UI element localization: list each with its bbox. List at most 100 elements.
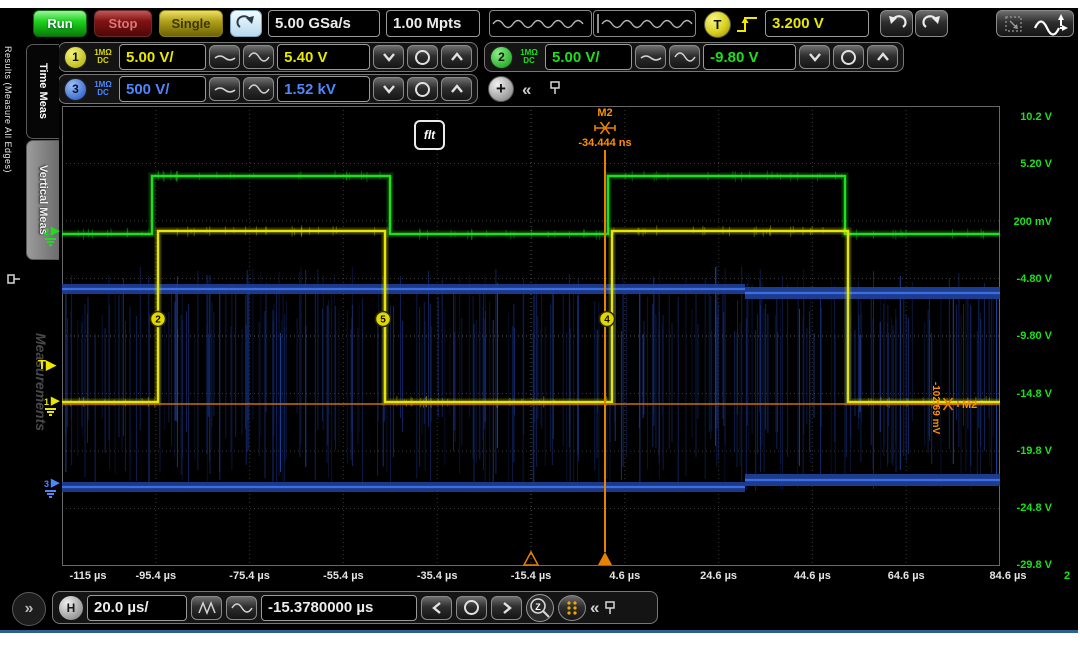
sine-icon bbox=[247, 81, 271, 97]
time-axis: -115 µs-95.4 µs-75.4 µs-55.4 µs-35.4 µs-… bbox=[62, 570, 1076, 586]
sine-icon bbox=[230, 600, 254, 616]
sine-icon bbox=[673, 49, 697, 65]
chevron-up-icon bbox=[874, 50, 892, 64]
position-right-button[interactable] bbox=[491, 596, 522, 620]
channel-1-increase-button[interactable] bbox=[441, 45, 472, 69]
narrow-wave-icon bbox=[195, 600, 219, 616]
channel-2-ground-marker[interactable]: 2▶ bbox=[44, 225, 62, 247]
pin-icon[interactable] bbox=[548, 80, 562, 96]
coupling-label: DC bbox=[523, 57, 535, 65]
time-tick-label: 84.6 µs bbox=[990, 570, 1027, 582]
channel-2-offset-display[interactable]: -9.80 V bbox=[703, 44, 796, 70]
channel-3-button[interactable]: 3 bbox=[64, 78, 87, 101]
coarse-scale-icon-button[interactable] bbox=[669, 45, 700, 69]
replay-curved-arrow-icon-button[interactable] bbox=[230, 10, 262, 37]
channel-1-zero-button[interactable] bbox=[407, 45, 438, 69]
waveform-preview-icon bbox=[490, 12, 591, 35]
voltage-tick-label: 200 mV bbox=[1004, 216, 1052, 228]
trigger-level-marker[interactable]: T▶ bbox=[38, 357, 56, 373]
channel-1-offset-display[interactable]: 5.40 V bbox=[277, 44, 370, 70]
waveform-grid[interactable]: M2-34.444 nsM2-102.69 mV254 flt bbox=[62, 106, 1000, 568]
channel-3-zero-button[interactable] bbox=[407, 77, 438, 101]
acquisition-preview-right[interactable] bbox=[593, 10, 696, 37]
channel-2-decrease-button[interactable] bbox=[799, 45, 830, 69]
trigger-point-marker[interactable] bbox=[598, 552, 612, 565]
channel-3-increase-button[interactable] bbox=[441, 77, 472, 101]
position-zero-button[interactable] bbox=[456, 596, 487, 620]
pin-icon[interactable] bbox=[603, 600, 617, 616]
trigger-edge-icon[interactable] bbox=[734, 10, 762, 37]
collapse-channel-bar-button[interactable]: « bbox=[522, 81, 531, 98]
time-tick-label: 24.6 µs bbox=[700, 570, 737, 582]
position-left-button[interactable] bbox=[421, 596, 452, 620]
axis-channel-indicator: 2 bbox=[1064, 570, 1070, 582]
zoom-in-time-icon-button[interactable] bbox=[226, 596, 257, 620]
arrow-icon: ▶ bbox=[51, 396, 59, 407]
channel-2-scale-display[interactable]: 5.00 V/ bbox=[545, 44, 632, 70]
add-channel-button[interactable]: + bbox=[488, 76, 514, 102]
tab-time-meas[interactable]: Time Meas bbox=[26, 44, 59, 139]
arrow-icon: ▶ bbox=[51, 226, 59, 237]
voltage-tick-label: -4.80 V bbox=[1004, 273, 1052, 285]
channel-2-increase-button[interactable] bbox=[867, 45, 898, 69]
flt-badge: flt bbox=[414, 120, 445, 150]
channel-3-decrease-button[interactable] bbox=[373, 77, 404, 101]
channel-2-button[interactable]: 2 bbox=[490, 46, 513, 69]
redo-button[interactable] bbox=[915, 10, 948, 37]
curved-arrow-icon bbox=[235, 15, 257, 33]
channel-2-zero-button[interactable] bbox=[833, 45, 864, 69]
results-panel-tab[interactable]: Results (Measure All Edges) bbox=[3, 46, 13, 173]
channel-3-offset-display[interactable]: 1.52 kV bbox=[277, 76, 370, 102]
small-sine-icon bbox=[213, 49, 237, 65]
chevron-down-icon bbox=[380, 82, 398, 96]
small-sine-icon bbox=[639, 49, 663, 65]
markers-button[interactable] bbox=[558, 595, 586, 621]
fine-scale-icon-button[interactable] bbox=[635, 45, 666, 69]
channel-number: 1 bbox=[44, 397, 49, 407]
edge-badge-number: 4 bbox=[604, 315, 610, 326]
fine-scale-icon-button[interactable] bbox=[209, 45, 240, 69]
chevron-down-icon bbox=[380, 50, 398, 64]
time-tick-label: -75.4 µs bbox=[229, 570, 270, 582]
zoom-out-time-icon-button[interactable] bbox=[191, 596, 222, 620]
channel-1-coupling[interactable]: 1MΩ DC bbox=[90, 49, 116, 65]
time-tick-label: 64.6 µs bbox=[888, 570, 925, 582]
single-button[interactable]: Single bbox=[159, 10, 223, 37]
waveform-drag-mode-button[interactable] bbox=[996, 10, 1074, 37]
voltage-tick-label: 5.20 V bbox=[1004, 158, 1052, 170]
channel-1-scale-display[interactable]: 5.00 V/ bbox=[119, 44, 206, 70]
channel-2-coupling[interactable]: 1MΩ DC bbox=[516, 49, 542, 65]
small-sine-icon bbox=[213, 81, 237, 97]
channel-1-decrease-button[interactable] bbox=[373, 45, 404, 69]
fine-scale-icon-button[interactable] bbox=[209, 77, 240, 101]
channel-3-ground-marker[interactable]: 3▶ bbox=[44, 477, 62, 499]
channel-3-coupling[interactable]: 1MΩ DC bbox=[90, 81, 116, 97]
timebase-scale-display[interactable]: 20.0 µs/ bbox=[87, 595, 187, 621]
channel-1-ground-marker[interactable]: 1▶ bbox=[44, 395, 62, 417]
run-button[interactable]: Run bbox=[33, 10, 87, 37]
sample-rate-display: 5.00 GSa/s bbox=[268, 10, 380, 37]
coarse-scale-icon-button[interactable] bbox=[243, 77, 274, 101]
arrow-icon: ▶ bbox=[51, 478, 59, 489]
coarse-scale-icon-button[interactable] bbox=[243, 45, 274, 69]
undo-button[interactable] bbox=[880, 10, 913, 37]
stop-button[interactable]: Stop bbox=[94, 10, 152, 37]
voltage-tick-label: -19.8 V bbox=[1004, 445, 1052, 457]
pin-icon[interactable] bbox=[6, 272, 22, 286]
horizontal-menu-button[interactable]: H bbox=[59, 596, 83, 620]
channel-1-button[interactable]: 1 bbox=[64, 46, 87, 69]
trigger-menu-button[interactable]: T bbox=[704, 11, 731, 38]
sine-icon bbox=[247, 49, 271, 65]
channel-3-scale-display[interactable]: 500 V/ bbox=[119, 76, 206, 102]
horizontal-position-display[interactable]: -15.3780000 µs bbox=[261, 595, 417, 621]
undo-icon bbox=[886, 15, 908, 33]
collapse-horizontal-bar-button[interactable]: « bbox=[590, 599, 599, 616]
expand-panel-button[interactable]: » bbox=[12, 592, 46, 626]
acquisition-preview-left[interactable] bbox=[489, 10, 592, 37]
edge-badge-number: 2 bbox=[155, 315, 161, 326]
channel-1-controls: 1 1MΩ DC 5.00 V/ 5.40 V bbox=[58, 42, 478, 72]
circle-icon bbox=[415, 82, 430, 97]
trigger-level-display[interactable]: 3.200 V bbox=[765, 10, 869, 37]
zoom-mode-button[interactable]: Z bbox=[526, 594, 554, 622]
m2-time-value: -34.444 ns bbox=[578, 137, 631, 149]
